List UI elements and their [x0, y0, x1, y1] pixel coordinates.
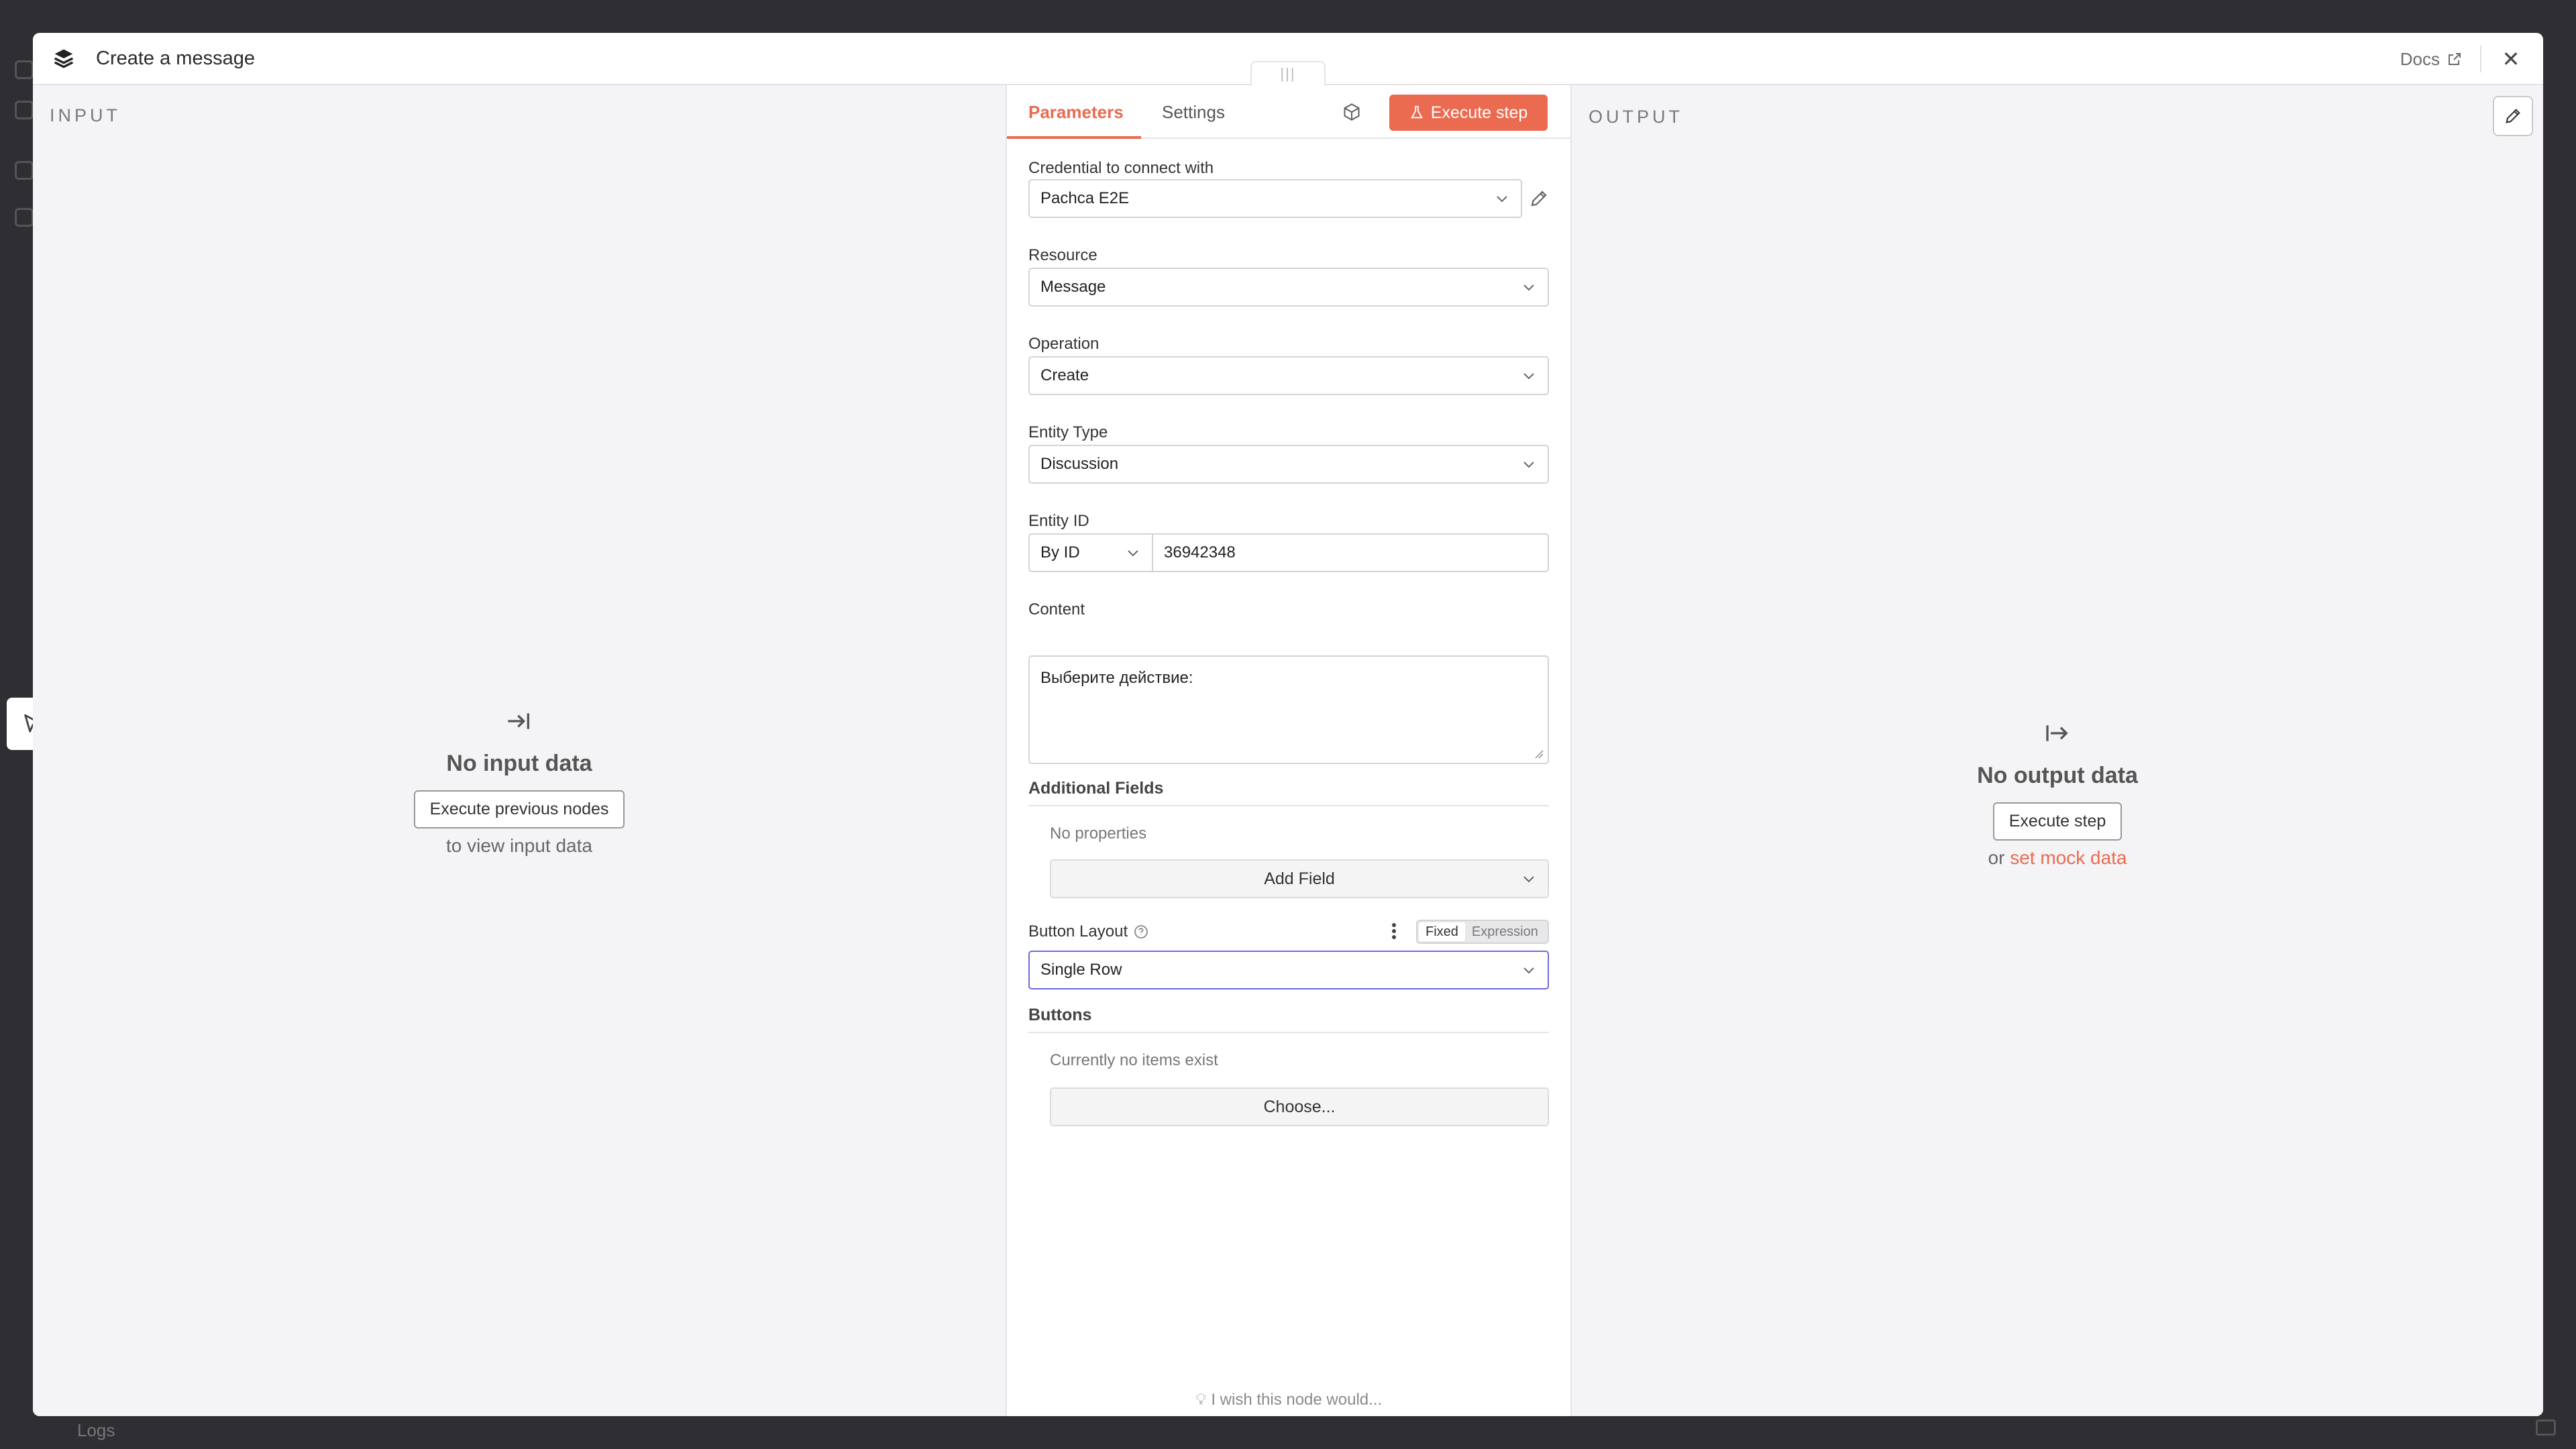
entity-type-value: Discussion [1040, 455, 1119, 473]
docs-label: Docs [2400, 48, 2440, 69]
logs-label[interactable]: Logs [77, 1420, 115, 1441]
panel-toggle-icon[interactable] [2536, 1419, 2556, 1436]
options-menu-icon[interactable] [1391, 921, 1397, 941]
tabs-bar: Parameters Settings Execute step [1007, 85, 1570, 139]
mock-data-hint: or set mock data [1988, 847, 2127, 869]
edit-credential-icon[interactable] [1529, 189, 1549, 209]
credential-select[interactable]: Pachca E2E [1028, 179, 1522, 218]
tab-parameters[interactable]: Parameters [1028, 85, 1124, 139]
resource-value: Message [1040, 278, 1106, 296]
close-icon[interactable]: ✕ [2499, 46, 2523, 72]
operation-value: Create [1040, 366, 1089, 384]
content-textarea[interactable]: Выберите действие: [1028, 655, 1549, 764]
flask-icon [1410, 105, 1423, 119]
active-tab-indicator [1007, 136, 1141, 139]
entity-id-value: 36942348 [1164, 543, 1236, 561]
or-text: or [1988, 847, 2005, 868]
header-divider [2480, 46, 2481, 72]
output-empty-state: No output data Execute step or set mock … [1572, 721, 2543, 869]
tab-settings[interactable]: Settings [1162, 85, 1225, 139]
lightbulb-icon: 💡︎ [1195, 1391, 1207, 1409]
edit-output-button[interactable] [2493, 96, 2533, 136]
chevron-down-icon [1128, 550, 1138, 557]
output-execute-step-button[interactable]: Execute step [1992, 802, 2123, 841]
button-layout-select[interactable]: Single Row [1028, 951, 1549, 989]
additional-fields-heading: Additional Fields [1028, 779, 1549, 806]
credential-label: Credential to connect with [1028, 159, 1214, 177]
execute-step-button[interactable]: Execute step [1389, 95, 1548, 131]
entity-type-select[interactable]: Discussion [1028, 445, 1549, 484]
button-layout-label: Button Layout [1028, 922, 1128, 941]
chevron-down-icon [1523, 967, 1534, 974]
content-value: Выберите действие: [1040, 669, 1193, 687]
feedback-text: I wish this node would... [1211, 1391, 1383, 1409]
arrow-to-line-icon [506, 709, 533, 743]
no-input-title: No input data [446, 751, 592, 776]
entity-type-label: Entity Type [1028, 423, 1108, 441]
cube-icon[interactable] [1342, 103, 1361, 121]
home-icon[interactable] [15, 161, 34, 180]
credential-value: Pachca E2E [1040, 189, 1130, 207]
modal-title: Create a message [96, 47, 255, 69]
entity-id-label: Entity ID [1028, 512, 1089, 530]
sidebar-icon[interactable] [15, 60, 34, 79]
toggle-fixed[interactable]: Fixed [1419, 922, 1465, 941]
feedback-link[interactable]: 💡︎ I wish this node would... [1007, 1391, 1570, 1409]
add-field-label: Add Field [1264, 869, 1335, 888]
node-modal: Create a message Docs ✕ ||| INPUT No inp… [33, 33, 2543, 1416]
execute-step-label: Execute step [1430, 103, 1528, 122]
entity-id-input[interactable]: 36942348 [1152, 533, 1549, 572]
output-pane-label: OUTPUT [1589, 107, 1683, 127]
docs-link[interactable]: Docs [2400, 49, 2463, 70]
input-pane: INPUT No input data Execute previous nod… [33, 85, 1007, 1416]
no-items-text: Currently no items exist [1050, 1051, 1218, 1069]
resize-grip-icon[interactable] [1534, 749, 1544, 759]
set-mock-data-link[interactable]: set mock data [2010, 847, 2127, 868]
external-link-icon [2449, 53, 2461, 65]
chevron-down-icon [1523, 373, 1534, 380]
button-layout-label-row: Button Layout [1028, 922, 1149, 941]
button-layout-value: Single Row [1040, 961, 1122, 979]
add-field-button[interactable]: Add Field [1050, 859, 1549, 898]
panel-drag-handle[interactable]: ||| [1250, 61, 1326, 85]
input-hint-text: to view input data [446, 835, 592, 856]
operation-label: Operation [1028, 335, 1099, 353]
output-pane: OUTPUT No output data Execute step or se… [1570, 85, 2543, 1416]
node-icon [52, 46, 76, 70]
no-output-title: No output data [1977, 763, 2138, 788]
help-icon[interactable] [1133, 924, 1149, 940]
input-empty-state: No input data Execute previous nodes to … [33, 709, 1006, 857]
input-pane-label: INPUT [50, 105, 121, 125]
entity-id-mode-select[interactable]: By ID [1028, 533, 1153, 572]
chevron-down-icon [1523, 462, 1534, 468]
buttons-heading: Buttons [1028, 1006, 1549, 1033]
arrow-from-line-icon [2044, 721, 2071, 755]
sidebar-icon[interactable] [15, 101, 34, 119]
toggle-expression[interactable]: Expression [1465, 922, 1545, 941]
operation-select[interactable]: Create [1028, 356, 1549, 395]
parameters-pane: Parameters Settings Execute step Credent… [1007, 85, 1570, 1416]
no-properties-text: No properties [1050, 824, 1147, 843]
resource-label: Resource [1028, 246, 1097, 264]
fixed-expression-toggle[interactable]: Fixed Expression [1416, 920, 1549, 944]
execute-previous-nodes-button[interactable]: Execute previous nodes [413, 790, 625, 828]
chevron-down-icon [1523, 876, 1534, 883]
content-label: Content [1028, 600, 1085, 619]
chevron-down-icon [1497, 196, 1507, 203]
resource-select[interactable]: Message [1028, 268, 1549, 307]
sidebar-icon[interactable] [15, 208, 34, 227]
pencil-icon [2506, 109, 2520, 123]
chevron-down-icon [1523, 284, 1534, 291]
entity-id-mode-value: By ID [1040, 543, 1080, 561]
choose-button[interactable]: Choose... [1050, 1087, 1549, 1126]
